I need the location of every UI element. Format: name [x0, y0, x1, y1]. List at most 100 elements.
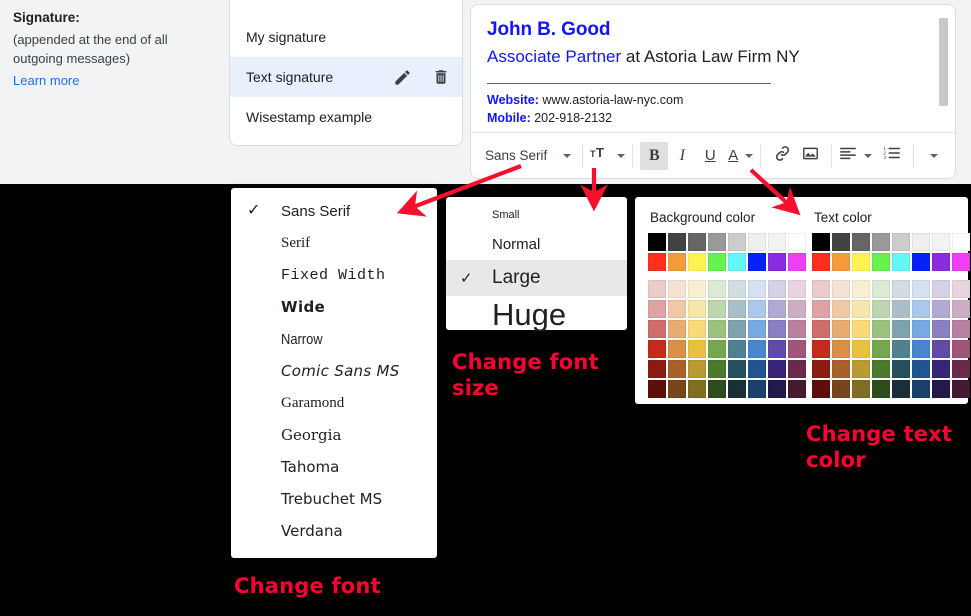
color-swatch[interactable]	[668, 340, 686, 358]
color-swatch[interactable]	[952, 300, 970, 318]
color-swatch[interactable]	[852, 280, 870, 298]
align-dropdown[interactable]	[839, 142, 872, 170]
color-swatch[interactable]	[748, 253, 766, 271]
color-swatch[interactable]	[748, 300, 766, 318]
font-menu-item-verdana[interactable]: Verdana	[231, 515, 437, 547]
color-swatch[interactable]	[932, 320, 950, 338]
color-swatch[interactable]	[768, 300, 786, 318]
color-swatch[interactable]	[832, 300, 850, 318]
color-swatch[interactable]	[912, 320, 930, 338]
color-swatch[interactable]	[852, 340, 870, 358]
color-swatch[interactable]	[668, 360, 686, 378]
color-swatch[interactable]	[812, 340, 830, 358]
color-swatch[interactable]	[728, 360, 746, 378]
color-swatch[interactable]	[668, 300, 686, 318]
color-swatch[interactable]	[728, 380, 746, 398]
color-swatch[interactable]	[748, 320, 766, 338]
color-swatch[interactable]	[748, 380, 766, 398]
color-swatch[interactable]	[892, 320, 910, 338]
color-swatch[interactable]	[728, 320, 746, 338]
color-swatch[interactable]	[932, 300, 950, 318]
size-menu-item-large[interactable]: ✓ Large	[446, 260, 627, 296]
color-swatch[interactable]	[768, 340, 786, 358]
color-swatch[interactable]	[892, 380, 910, 398]
color-swatch[interactable]	[668, 320, 686, 338]
color-swatch[interactable]	[912, 253, 930, 271]
color-swatch[interactable]	[932, 253, 950, 271]
color-swatch[interactable]	[872, 340, 890, 358]
color-swatch[interactable]	[872, 253, 890, 271]
color-swatch[interactable]	[892, 253, 910, 271]
font-menu-item-sans-serif[interactable]: ✓ Sans Serif	[231, 195, 437, 227]
color-swatch[interactable]	[648, 380, 666, 398]
color-swatch[interactable]	[952, 340, 970, 358]
color-swatch[interactable]	[932, 340, 950, 358]
font-menu-item-narrow[interactable]: Narrow	[231, 323, 437, 355]
color-swatch[interactable]	[668, 253, 686, 271]
trash-icon[interactable]	[432, 68, 450, 86]
color-swatch[interactable]	[832, 380, 850, 398]
color-swatch[interactable]	[688, 380, 706, 398]
color-swatch[interactable]	[852, 320, 870, 338]
color-swatch[interactable]	[728, 340, 746, 358]
color-swatch[interactable]	[912, 340, 930, 358]
color-swatch[interactable]	[832, 253, 850, 271]
color-swatch[interactable]	[728, 233, 746, 251]
color-swatch[interactable]	[952, 280, 970, 298]
color-swatch[interactable]	[852, 380, 870, 398]
color-swatch[interactable]	[648, 233, 666, 251]
color-swatch[interactable]	[788, 360, 806, 378]
color-swatch[interactable]	[872, 320, 890, 338]
font-menu-item-georgia[interactable]: Georgia	[231, 419, 437, 451]
color-swatch[interactable]	[812, 360, 830, 378]
color-swatch[interactable]	[688, 320, 706, 338]
color-swatch[interactable]	[668, 380, 686, 398]
font-menu-item-serif[interactable]: Serif	[231, 227, 437, 259]
color-swatch[interactable]	[892, 340, 910, 358]
learn-more-link[interactable]: Learn more	[13, 70, 79, 92]
editor-scrollbar[interactable]	[939, 18, 948, 106]
color-swatch[interactable]	[748, 280, 766, 298]
color-swatch[interactable]	[768, 360, 786, 378]
color-swatch[interactable]	[812, 233, 830, 251]
color-swatch[interactable]	[832, 233, 850, 251]
color-swatch[interactable]	[688, 280, 706, 298]
color-swatch[interactable]	[668, 280, 686, 298]
color-swatch[interactable]	[932, 360, 950, 378]
color-swatch[interactable]	[932, 233, 950, 251]
signature-list-item-wisestamp-example[interactable]: Wisestamp example	[230, 97, 462, 137]
color-swatch[interactable]	[932, 380, 950, 398]
color-swatch[interactable]	[708, 233, 726, 251]
insert-link-button[interactable]	[768, 142, 796, 170]
background-color-grid[interactable]	[648, 233, 804, 398]
color-swatch[interactable]	[788, 340, 806, 358]
color-swatch[interactable]	[688, 340, 706, 358]
color-swatch[interactable]	[688, 360, 706, 378]
color-swatch[interactable]	[852, 233, 870, 251]
color-swatch[interactable]	[872, 380, 890, 398]
color-swatch[interactable]	[872, 233, 890, 251]
pencil-icon[interactable]	[393, 68, 412, 87]
text-color-dropdown[interactable]: A	[728, 142, 753, 170]
color-swatch[interactable]	[768, 253, 786, 271]
color-swatch[interactable]	[708, 300, 726, 318]
text-color-grid[interactable]	[812, 233, 968, 398]
color-swatch[interactable]	[892, 280, 910, 298]
color-swatch[interactable]	[788, 300, 806, 318]
bold-button[interactable]: B	[640, 142, 668, 170]
color-swatch[interactable]	[812, 280, 830, 298]
numbered-list-button[interactable]: 123	[878, 142, 906, 170]
signature-list-item-text-signature[interactable]: Text signature	[230, 57, 462, 97]
italic-button[interactable]: I	[668, 142, 696, 170]
size-menu-item-huge[interactable]: Huge	[446, 296, 627, 334]
color-swatch[interactable]	[912, 380, 930, 398]
color-swatch[interactable]	[768, 380, 786, 398]
color-swatch[interactable]	[708, 280, 726, 298]
color-swatch[interactable]	[648, 253, 666, 271]
color-swatch[interactable]	[872, 360, 890, 378]
color-swatch[interactable]	[912, 360, 930, 378]
color-swatch[interactable]	[912, 280, 930, 298]
color-swatch[interactable]	[648, 280, 666, 298]
color-swatch[interactable]	[812, 300, 830, 318]
color-swatch[interactable]	[688, 233, 706, 251]
